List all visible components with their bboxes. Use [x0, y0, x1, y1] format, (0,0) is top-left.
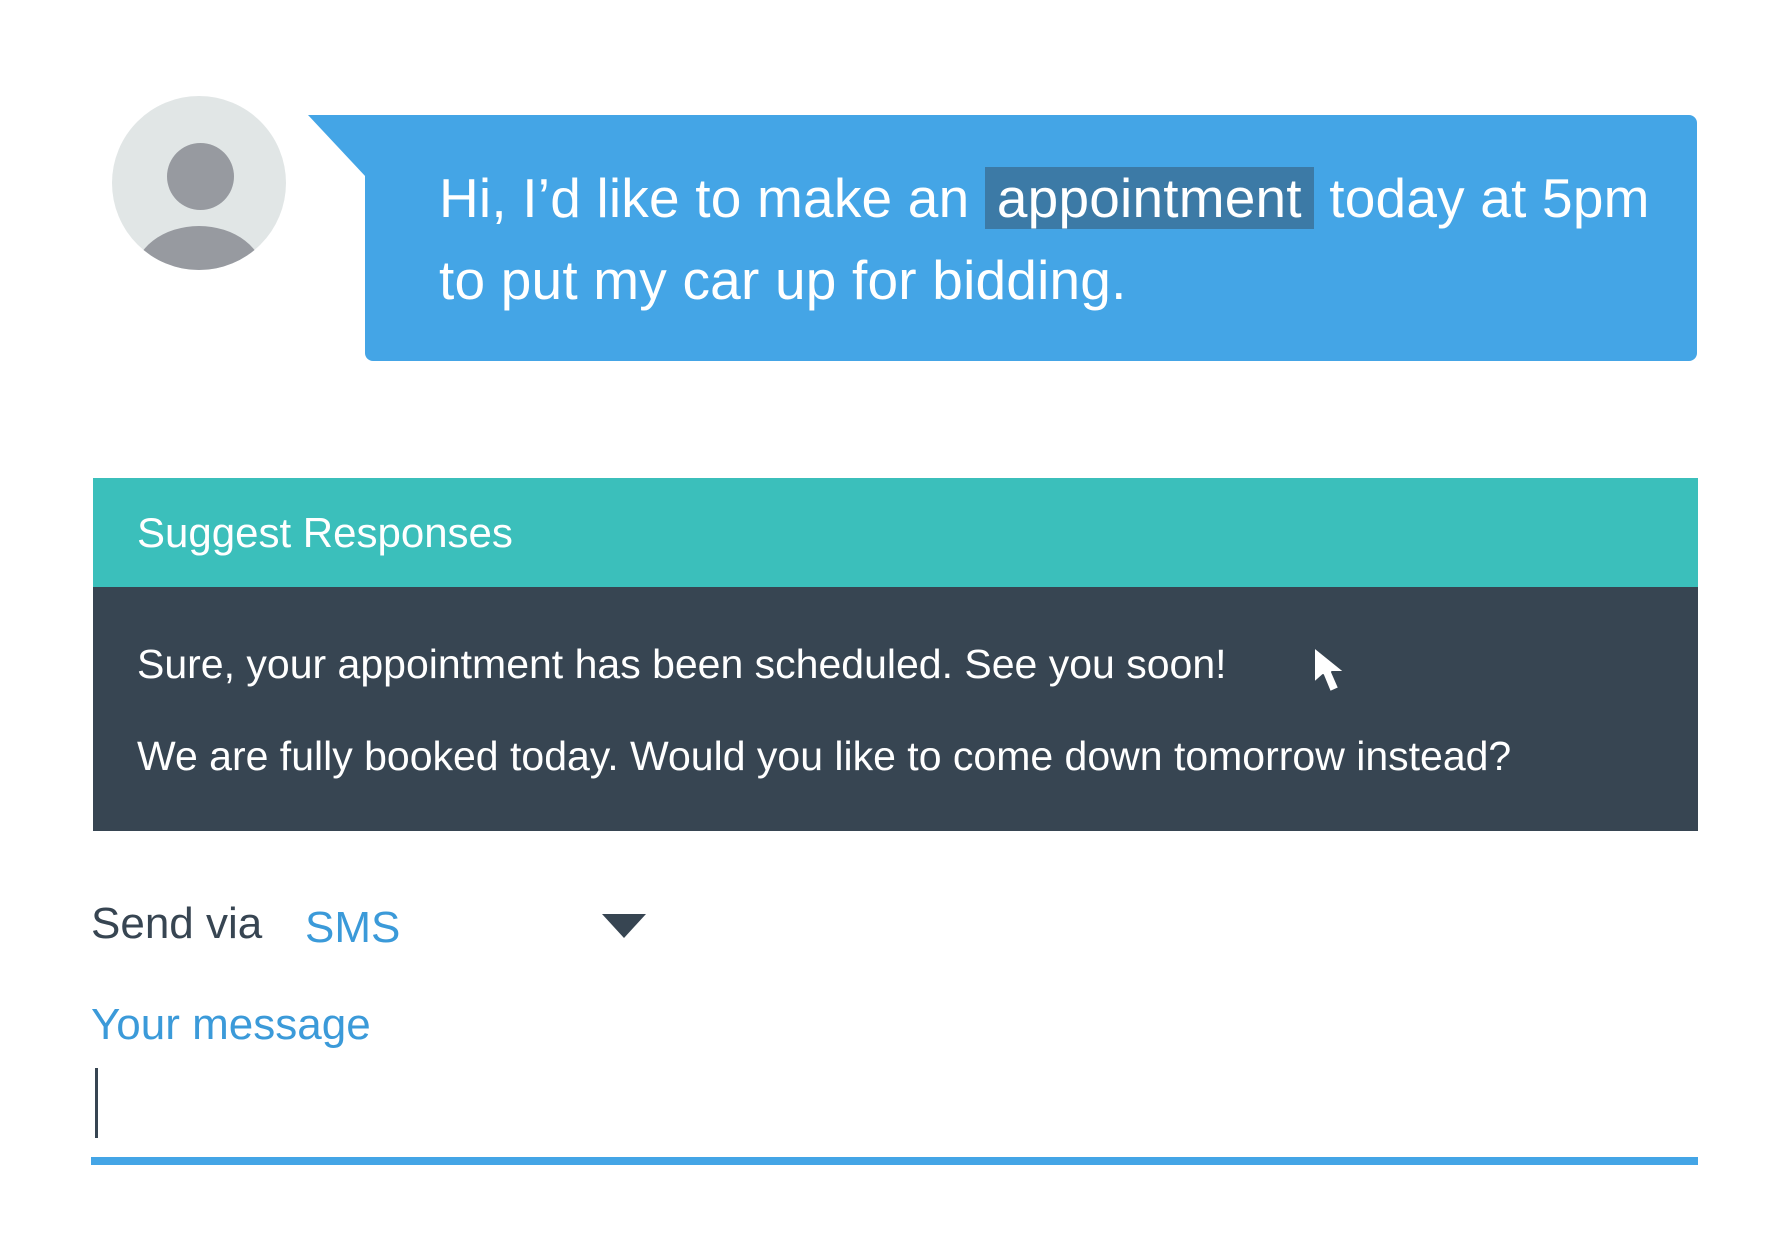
mouse-pointer-icon	[1313, 646, 1346, 693]
avatar	[112, 96, 286, 270]
message-bubble-tail	[308, 115, 366, 177]
suggest-responses-title: Suggest Responses	[137, 509, 513, 556]
message-field-label: Your message	[91, 1000, 371, 1049]
suggested-response-1[interactable]: Sure, your appointment has been schedule…	[137, 639, 1227, 689]
avatar-body-shape	[134, 226, 264, 270]
incoming-message-bubble: Hi, I’d like to make an appointment toda…	[365, 115, 1697, 361]
suggest-responses-list: Sure, your appointment has been schedule…	[93, 587, 1698, 831]
send-via-label: Send via	[91, 899, 263, 948]
send-via-dropdown[interactable]: SMS	[305, 896, 655, 960]
send-via-selected-value: SMS	[305, 903, 401, 952]
suggested-response-2[interactable]: We are fully booked today. Would you lik…	[137, 731, 1511, 781]
avatar-head-shape	[167, 143, 234, 210]
message-input-underline	[91, 1157, 1698, 1165]
text-caret	[95, 1068, 98, 1138]
chevron-down-icon	[602, 914, 646, 938]
suggest-responses-header: Suggest Responses	[93, 478, 1698, 587]
message-input[interactable]	[91, 1060, 1698, 1165]
message-highlighted-word[interactable]: appointment	[984, 167, 1314, 229]
message-text-before: Hi, I’d like to make an	[439, 167, 970, 229]
